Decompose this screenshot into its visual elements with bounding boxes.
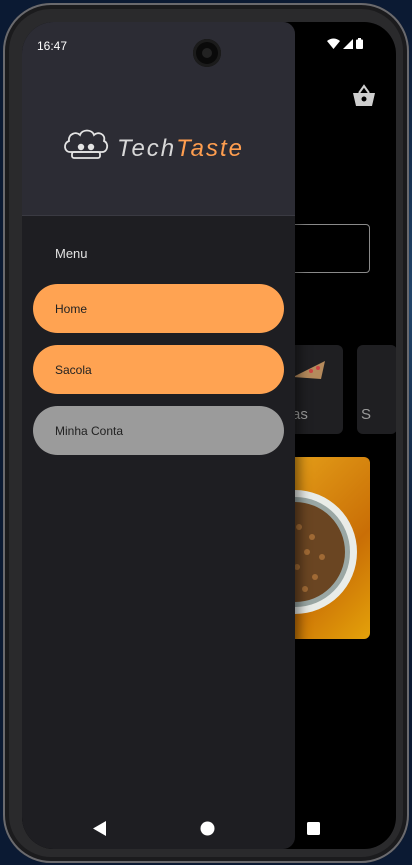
- wifi-icon: [327, 38, 340, 49]
- basket-icon[interactable]: [351, 84, 377, 108]
- system-navigation-bar: [22, 809, 396, 849]
- brand-logo: TechTaste: [62, 126, 242, 167]
- screen: ssas S 16:47: [22, 22, 396, 849]
- drawer-item-label: Minha Conta: [55, 423, 124, 438]
- drawer-item-label: Sacola: [55, 362, 92, 377]
- navigation-drawer: 16:47 TechTaste Menu Home Sacola Minha C…: [22, 22, 295, 849]
- status-time: 16:47: [37, 39, 68, 53]
- pizza-icon: [293, 361, 325, 379]
- brand-wordmark: TechTaste: [117, 135, 244, 163]
- signal-icon: [343, 38, 353, 49]
- menu-title: Menu: [55, 246, 88, 261]
- drawer-item-sacola[interactable]: Sacola: [33, 345, 284, 394]
- category-label: S: [361, 406, 372, 423]
- battery-icon: [356, 38, 363, 49]
- recents-icon[interactable]: [307, 822, 320, 835]
- brand-taste: Taste: [176, 135, 244, 162]
- drawer-item-home[interactable]: Home: [33, 284, 284, 333]
- back-icon[interactable]: [93, 821, 107, 836]
- drawer-item-label: Home: [55, 301, 88, 316]
- status-icons: [327, 38, 363, 49]
- home-icon[interactable]: [200, 821, 215, 836]
- chef-hat-logo-icon: [64, 129, 109, 159]
- front-camera: [193, 39, 221, 67]
- drawer-header: 16:47 TechTaste: [22, 22, 295, 216]
- category-card-next[interactable]: S: [357, 345, 396, 434]
- brand-tech: Tech: [117, 135, 177, 162]
- drawer-item-minha-conta[interactable]: Minha Conta: [33, 406, 284, 455]
- phone-frame: ssas S 16:47: [3, 3, 409, 863]
